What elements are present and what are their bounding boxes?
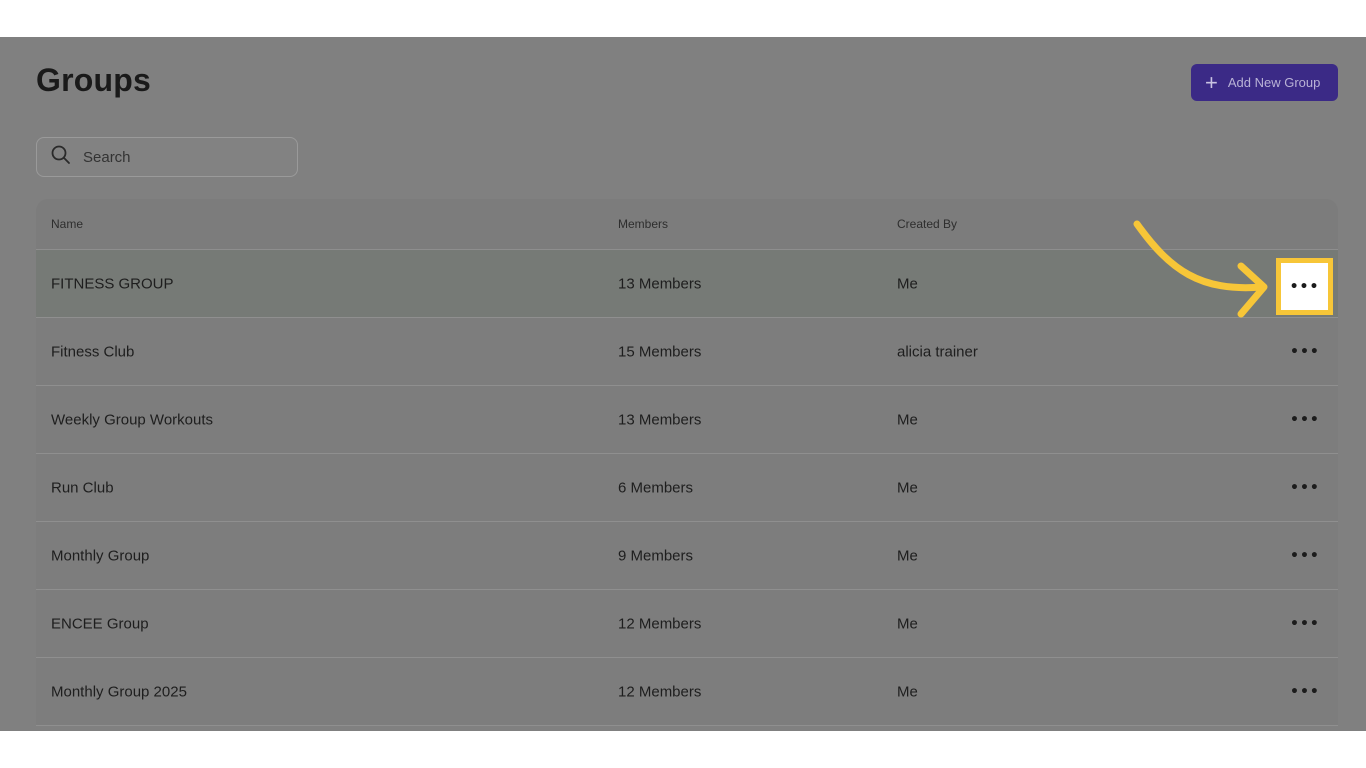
group-members: 13 Members (618, 411, 702, 428)
group-members: 9 Members (618, 547, 694, 564)
search-box[interactable] (36, 137, 298, 177)
group-members: 12 Members (618, 683, 702, 700)
add-new-group-button[interactable]: + Add New Group (1191, 64, 1338, 101)
column-header-created-by: Created By (897, 217, 958, 231)
group-members: 15 Members (618, 343, 702, 360)
search-icon (51, 145, 71, 170)
groups-table: Name Members Created By FITNESS GROUP 13… (36, 199, 1338, 726)
group-members: 13 Members (618, 275, 702, 292)
row-menu-button[interactable]: ••• (1284, 473, 1324, 503)
group-name: Weekly Group Workouts (51, 411, 214, 428)
group-created-by: Me (897, 275, 918, 292)
page-title: Groups (36, 62, 151, 98)
group-members: 12 Members (618, 615, 702, 632)
table-row[interactable]: Monthly Group 9 Members Me ••• (36, 522, 1338, 590)
row-menu-button[interactable]: ••• (1284, 609, 1324, 639)
group-created-by: Me (897, 411, 918, 428)
group-name: Monthly Group (51, 547, 150, 564)
row-menu-button[interactable]: ••• (1284, 677, 1324, 707)
group-created-by: Me (897, 547, 918, 564)
group-created-by: Me (897, 479, 918, 496)
dimmed-page: Groups + Add New Group Name Members Crea… (0, 37, 1366, 731)
group-created-by: alicia trainer (897, 343, 978, 360)
table-row[interactable]: Weekly Group Workouts 13 Members Me ••• (36, 386, 1338, 454)
table-header: Name Members Created By (36, 199, 1338, 250)
table-row[interactable]: ENCEE Group 12 Members Me ••• (36, 590, 1338, 658)
table-row[interactable]: Run Club 6 Members Me ••• (36, 454, 1338, 522)
table-row[interactable]: Monthly Group 2025 12 Members Me ••• (36, 658, 1338, 726)
table-row[interactable]: Fitness Club 15 Members alicia trainer •… (36, 318, 1338, 386)
group-name: Fitness Club (51, 343, 135, 360)
group-name: ENCEE Group (51, 615, 149, 632)
row-menu-button[interactable]: ••• (1284, 337, 1324, 367)
group-created-by: Me (897, 615, 918, 632)
row-menu-button[interactable]: ••• (1284, 405, 1324, 435)
search-input[interactable] (81, 147, 285, 167)
table-row[interactable]: FITNESS GROUP 13 Members Me (36, 250, 1338, 318)
group-members: 6 Members (618, 479, 694, 496)
add-new-group-label: Add New Group (1227, 75, 1321, 90)
row-menu-button-highlighted[interactable]: ••• (1276, 258, 1333, 315)
row-menu-button[interactable]: ••• (1284, 541, 1324, 571)
column-header-members: Members (618, 217, 669, 231)
group-created-by: Me (897, 683, 918, 700)
group-name: Run Club (51, 479, 114, 496)
column-header-name: Name (51, 217, 84, 231)
group-name: Monthly Group 2025 (51, 683, 187, 700)
plus-icon: + (1205, 69, 1218, 95)
group-name: FITNESS GROUP (51, 275, 174, 292)
